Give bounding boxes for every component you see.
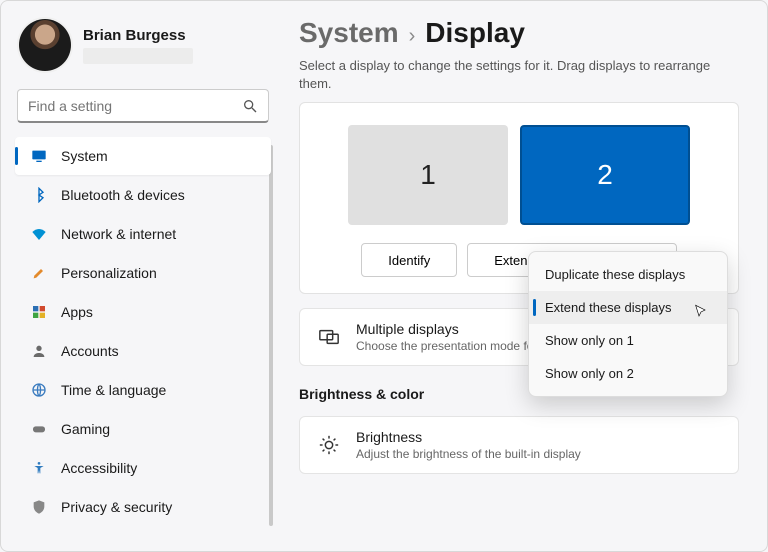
search-box[interactable] (17, 89, 269, 123)
main-pane: System › Display Select a display to cha… (281, 1, 767, 551)
card-title: Multiple displays (356, 321, 537, 337)
display-hint: Select a display to change the settings … (299, 57, 739, 92)
sidebar-item-label: Bluetooth & devices (61, 187, 185, 203)
accessibility-icon (31, 460, 47, 476)
gamepad-icon (31, 421, 47, 437)
sidebar-item-system[interactable]: System (15, 137, 271, 175)
dropdown-only-2[interactable]: Show only on 2 (529, 357, 727, 390)
search-icon (242, 98, 258, 114)
user-subtext-placeholder (83, 48, 193, 64)
sidebar-item-label: Accessibility (61, 460, 137, 476)
nav-list: System Bluetooth & devices Network & int… (15, 137, 271, 526)
brightness-icon (318, 434, 340, 456)
sidebar-item-network[interactable]: Network & internet (15, 215, 271, 253)
display-1[interactable]: 1 (348, 125, 508, 225)
card-title: Brightness (356, 429, 581, 445)
sidebar-item-gaming[interactable]: Gaming (15, 410, 271, 448)
sidebar-item-label: System (61, 148, 108, 164)
dropdown-only-1[interactable]: Show only on 1 (529, 324, 727, 357)
shield-icon (31, 499, 47, 515)
globe-icon (31, 382, 47, 398)
display-icon (31, 148, 47, 164)
sidebar-item-bluetooth[interactable]: Bluetooth & devices (15, 176, 271, 214)
sidebar-item-accounts[interactable]: Accounts (15, 332, 271, 370)
display-arrange-card: 1 2 Identify Extend these displays Dupli… (299, 102, 739, 294)
account-header[interactable]: Brian Burgess (15, 19, 271, 71)
dropdown-duplicate[interactable]: Duplicate these displays (529, 258, 727, 291)
dropdown-extend[interactable]: Extend these displays (529, 291, 727, 324)
card-subtitle: Choose the presentation mode for (356, 339, 537, 353)
sidebar-item-label: Network & internet (61, 226, 176, 242)
person-icon (31, 343, 47, 359)
sidebar-item-label: Personalization (61, 265, 157, 281)
card-subtitle: Adjust the brightness of the built-in di… (356, 447, 581, 461)
sidebar-item-time[interactable]: Time & language (15, 371, 271, 409)
sidebar: Brian Burgess System Bluetooth & devices… (1, 1, 281, 551)
sidebar-item-label: Apps (61, 304, 93, 320)
sidebar-item-label: Gaming (61, 421, 110, 437)
sidebar-item-privacy[interactable]: Privacy & security (15, 488, 271, 526)
chevron-right-icon: › (409, 25, 416, 48)
apps-icon (31, 304, 47, 320)
brightness-card[interactable]: Brightness Adjust the brightness of the … (299, 416, 739, 474)
sidebar-item-label: Privacy & security (61, 499, 172, 515)
display-mode-dropdown: Duplicate these displays Extend these di… (528, 251, 728, 397)
display-2[interactable]: 2 (520, 125, 690, 225)
display-arrange-area[interactable]: 1 2 (320, 125, 718, 225)
sidebar-item-apps[interactable]: Apps (15, 293, 271, 331)
breadcrumb: System › Display (299, 17, 739, 49)
paint-icon (31, 265, 47, 281)
avatar (19, 19, 71, 71)
wifi-icon (31, 226, 47, 242)
identify-button[interactable]: Identify (361, 243, 457, 277)
multiple-displays-icon (318, 326, 340, 348)
search-input[interactable] (28, 98, 242, 114)
bluetooth-icon (31, 187, 47, 203)
user-name: Brian Burgess (83, 27, 193, 44)
sidebar-item-label: Time & language (61, 382, 166, 398)
sidebar-item-accessibility[interactable]: Accessibility (15, 449, 271, 487)
sidebar-item-personalization[interactable]: Personalization (15, 254, 271, 292)
sidebar-item-label: Accounts (61, 343, 119, 359)
page-title: Display (425, 17, 525, 49)
breadcrumb-parent[interactable]: System (299, 17, 399, 49)
